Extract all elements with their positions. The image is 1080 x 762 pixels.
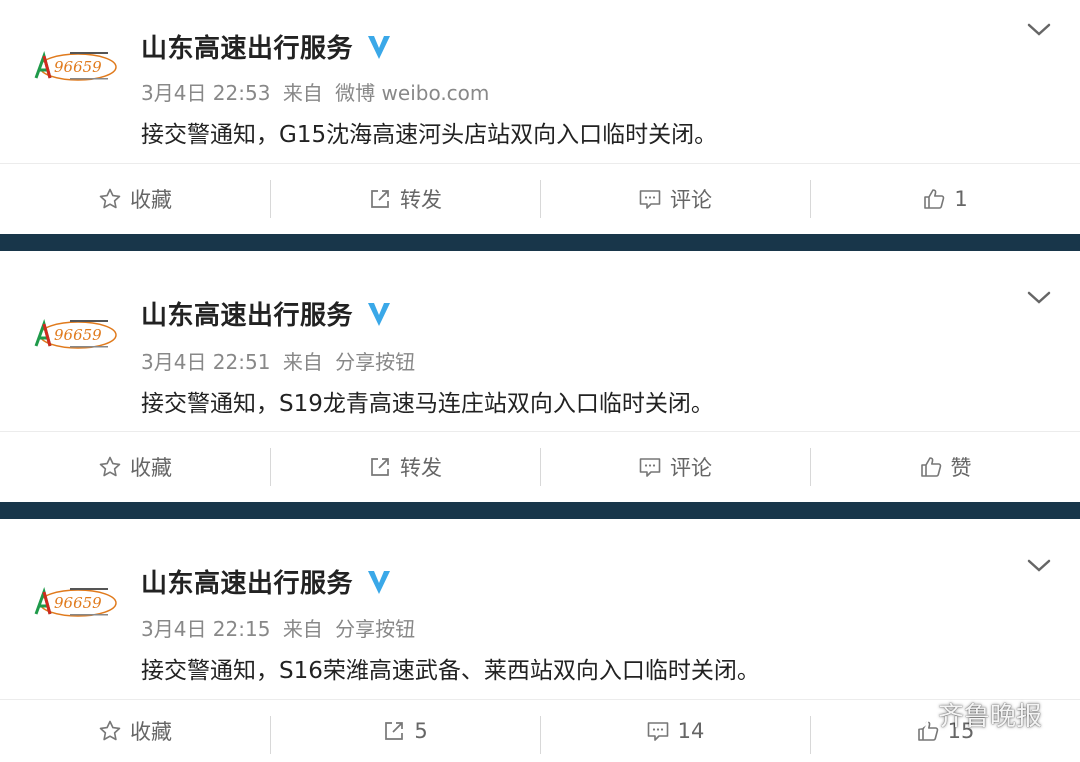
- like-label: 赞: [950, 456, 972, 480]
- weibo-post: 96659 山东高速出行服务 3月4日 22:51 来自 分享按钮 接交警通知，…: [0, 251, 1080, 502]
- post-source[interactable]: 微博 weibo.com: [335, 81, 489, 105]
- avatar-text: 96659: [54, 326, 102, 344]
- avatar-logo-icon[interactable]: 96659: [30, 574, 118, 626]
- favorite-button[interactable]: 收藏: [0, 432, 270, 502]
- post-source[interactable]: 分享按钮: [335, 350, 415, 374]
- comment-button[interactable]: 评论: [540, 432, 810, 502]
- thumbs-up-icon: [924, 189, 945, 209]
- star-icon: [99, 720, 121, 741]
- comment-icon: [639, 190, 661, 209]
- comment-label: 评论: [670, 456, 712, 480]
- post-time[interactable]: 3月4日 22:15: [141, 617, 270, 641]
- chevron-down-icon[interactable]: [1026, 20, 1052, 40]
- action-bar: 收藏 转发 评论 1: [0, 163, 1080, 234]
- post-time[interactable]: 3月4日 22:51: [141, 350, 270, 374]
- action-bar: 收藏 转发 评论 赞: [0, 431, 1080, 502]
- favorite-label: 收藏: [130, 720, 172, 744]
- username[interactable]: 山东高速出行服务: [141, 563, 393, 600]
- avatar-text: 96659: [54, 58, 102, 76]
- comment-icon: [647, 722, 668, 741]
- username[interactable]: 山东高速出行服务: [141, 28, 393, 65]
- watermark-text: 齐鲁晚报: [938, 702, 1043, 732]
- post-body: 96659 山东高速出行服务 3月4日 22:51 来自 分享按钮 接交警通知，…: [0, 251, 1080, 431]
- source-prefix: 来自: [282, 350, 323, 374]
- share-icon: [385, 722, 404, 740]
- comment-label: 评论: [670, 188, 712, 212]
- watermark: 齐鲁晚报: [888, 696, 1042, 733]
- post-meta: 3月4日 22:15 来自 分享按钮: [141, 613, 415, 642]
- star-icon: [99, 188, 121, 209]
- repost-count: 5: [414, 719, 428, 743]
- repost-button[interactable]: 5: [270, 700, 540, 762]
- avatar-text: 96659: [54, 594, 102, 612]
- favorite-label: 收藏: [130, 188, 172, 212]
- like-count: 1: [954, 187, 968, 211]
- source-prefix: 来自: [282, 617, 323, 641]
- comment-icon: [639, 458, 661, 477]
- post-body: 96659 山东高速出行服务 3月4日 22:15 来自 分享按钮 接交警通知，…: [0, 519, 1080, 699]
- repost-label: 转发: [400, 456, 442, 480]
- weibo-post: 96659 山东高速出行服务 3月4日 22:53 来自 微博 weibo.co…: [0, 0, 1080, 234]
- verified-icon: [368, 35, 391, 59]
- chevron-down-icon[interactable]: [1026, 556, 1052, 576]
- like-button[interactable]: 1: [810, 164, 1080, 234]
- post-separator: [0, 234, 1080, 251]
- favorite-button[interactable]: 收藏: [0, 700, 270, 762]
- repost-label: 转发: [400, 188, 442, 212]
- post-content: 接交警通知，S19龙青高速马连庄站双向入口临时关闭。: [141, 391, 714, 417]
- username-text[interactable]: 山东高速出行服务: [141, 28, 353, 65]
- chevron-down-icon[interactable]: [1026, 288, 1052, 308]
- post-source[interactable]: 分享按钮: [335, 617, 415, 641]
- like-button[interactable]: 赞: [810, 432, 1080, 502]
- star-icon: [99, 456, 121, 477]
- favorite-button[interactable]: 收藏: [0, 164, 270, 234]
- username-text[interactable]: 山东高速出行服务: [141, 295, 353, 332]
- share-icon: [371, 458, 389, 476]
- verified-icon: [368, 570, 391, 594]
- post-content: 接交警通知，S16荣潍高速武备、莱西站双向入口临时关闭。: [141, 658, 760, 684]
- comment-button[interactable]: 评论: [540, 164, 810, 234]
- post-content: 接交警通知，G15沈海高速河头店站双向入口临时关闭。: [141, 122, 718, 148]
- post-meta: 3月4日 22:51 来自 分享按钮: [141, 346, 415, 375]
- repost-button[interactable]: 转发: [270, 164, 540, 234]
- post-time[interactable]: 3月4日 22:53: [141, 81, 270, 105]
- verified-icon: [368, 302, 391, 326]
- post-body: 96659 山东高速出行服务 3月4日 22:53 来自 微博 weibo.co…: [0, 0, 1080, 163]
- post-separator: [0, 502, 1080, 519]
- username-text[interactable]: 山东高速出行服务: [141, 563, 353, 600]
- favorite-label: 收藏: [130, 456, 172, 480]
- comment-button[interactable]: 14: [540, 700, 810, 762]
- avatar-logo-icon[interactable]: 96659: [30, 306, 118, 358]
- post-meta: 3月4日 22:53 来自 微博 weibo.com: [141, 77, 489, 106]
- wechat-icon: [890, 700, 929, 729]
- thumbs-up-icon: [920, 457, 941, 477]
- repost-button[interactable]: 转发: [270, 432, 540, 502]
- avatar-logo-icon[interactable]: 96659: [30, 38, 118, 90]
- comment-count: 14: [677, 719, 705, 743]
- share-icon: [371, 190, 389, 208]
- username[interactable]: 山东高速出行服务: [141, 295, 393, 332]
- source-prefix: 来自: [282, 81, 323, 105]
